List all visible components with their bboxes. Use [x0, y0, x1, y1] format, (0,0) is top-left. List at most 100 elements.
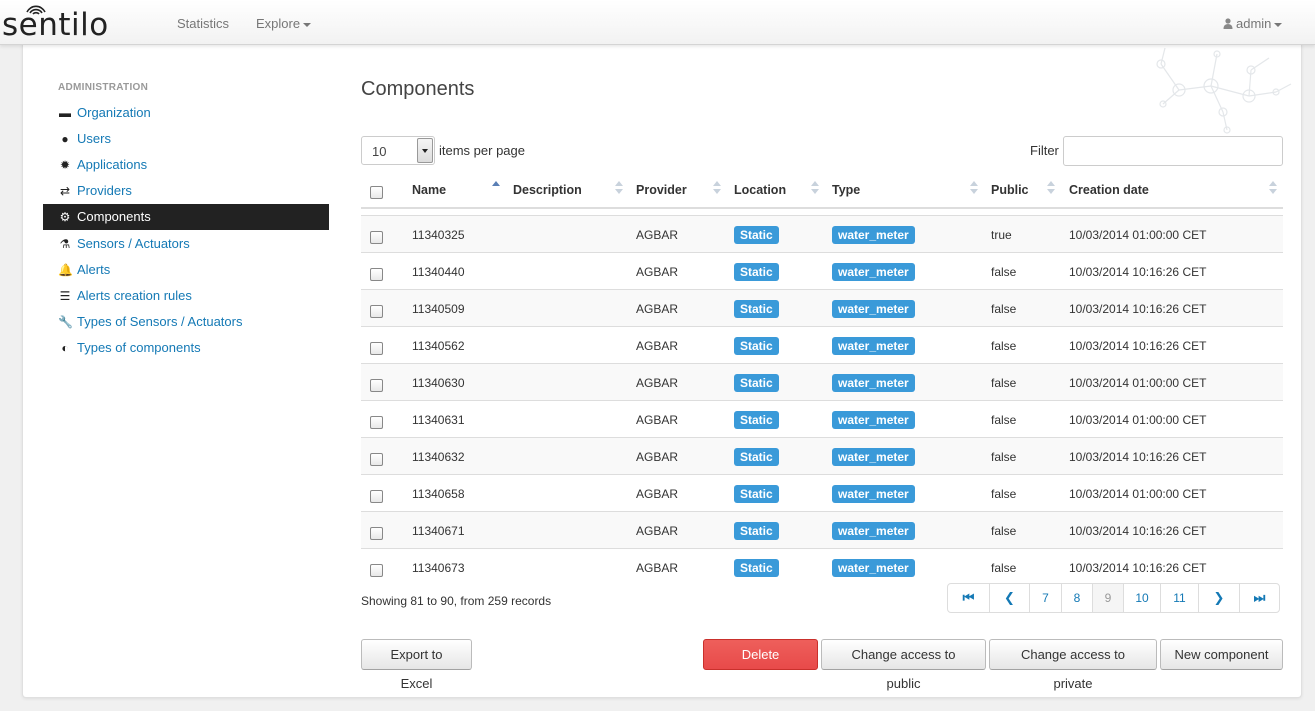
table-row[interactable]: 11340562 AGBAR false 10/03/2014 10:16:26 CE… — [361, 326, 1283, 363]
nav-statistics[interactable]: Statistics — [177, 16, 229, 31]
sidebar-item-label: Types of components — [77, 340, 201, 355]
next-page-icon[interactable]: ❯ — [1198, 584, 1239, 612]
cell-public: false — [991, 413, 1017, 427]
sidebar-item-types-of-components[interactable]: ◐ Types of components — [43, 335, 329, 361]
sort-icon[interactable] — [970, 181, 978, 195]
column-location[interactable]: Location — [734, 183, 786, 197]
user-menu[interactable]: admin — [1223, 16, 1283, 31]
location-label: Static — [734, 559, 779, 577]
column-public[interactable]: Public — [991, 183, 1029, 197]
sidebar-item-sensors-actuators[interactable]: ⚗ Sensors / Actuators — [43, 231, 329, 257]
sidebar-item-applications[interactable]: ✹ Applications — [43, 152, 329, 178]
sort-icon[interactable] — [713, 181, 721, 195]
sidebar-item-label: Components — [77, 209, 151, 224]
cell-name: 11340440 — [412, 265, 465, 279]
cell-name: 11340658 — [412, 487, 465, 501]
page-9-link: 9 — [1092, 584, 1123, 612]
row-checkbox[interactable] — [370, 231, 383, 244]
type-label: water_meter — [832, 411, 915, 429]
type-label: water_meter — [832, 485, 915, 503]
delete-selected-button[interactable]: Delete selected — [703, 639, 818, 691]
row-checkbox[interactable] — [370, 527, 383, 540]
prev-page-icon[interactable]: ❮ — [989, 584, 1029, 612]
new-component-button[interactable]: New component — [1160, 639, 1283, 670]
row-checkbox[interactable] — [370, 342, 383, 355]
change-access-private-button[interactable]: Change access to private — [989, 639, 1157, 691]
change-access-public-button[interactable]: Change access to public — [821, 639, 986, 691]
page-10-link[interactable]: 10 — [1123, 584, 1160, 612]
cell-public: false — [991, 450, 1017, 464]
export-excel-button[interactable]: Export to Excel — [361, 639, 472, 691]
cell-name: 11340631 — [412, 413, 465, 427]
list-icon: ☰ — [59, 289, 71, 303]
row-checkbox[interactable] — [370, 268, 383, 281]
location-label: Static — [734, 485, 779, 503]
sidebar-item-providers[interactable]: ⇄ Providers — [43, 178, 329, 204]
table-row[interactable]: 11340630 AGBAR false 10/03/2014 01:00:00 CE… — [361, 363, 1283, 400]
sentilo-logo[interactable]: sentilo — [2, 2, 142, 43]
column-provider[interactable]: Provider — [636, 183, 687, 197]
sort-icon[interactable] — [615, 181, 623, 195]
sidebar-item-label: Users — [77, 131, 111, 146]
column-creation-date[interactable]: Creation date — [1069, 183, 1149, 197]
type-label: water_meter — [832, 226, 915, 244]
row-checkbox[interactable] — [370, 305, 383, 318]
page-7-link[interactable]: 7 — [1029, 584, 1061, 612]
main-container: ADMINISTRATION ▬ Organization ● Users ✹ Appli… — [22, 44, 1302, 698]
sidebar-item-label: Alerts — [77, 262, 111, 277]
chevron-down-icon — [303, 22, 312, 27]
row-checkbox[interactable] — [370, 490, 383, 503]
cell-provider: AGBAR — [636, 228, 679, 242]
table-row[interactable]: 11340440 AGBAR false 10/03/2014 10:16:26 CE… — [361, 252, 1283, 289]
type-label: water_meter — [832, 337, 915, 355]
table-row[interactable]: 11340509 AGBAR false 10/03/2014 10:16:26 CE… — [361, 289, 1283, 326]
sort-icon[interactable] — [1047, 181, 1055, 195]
cell-creation-date: 10/03/2014 10:16:26 CET — [1069, 561, 1207, 575]
row-checkbox[interactable] — [370, 564, 383, 577]
table-row[interactable]: 11340632 AGBAR false 10/03/2014 10:16:26 CE… — [361, 437, 1283, 474]
sidebar-item-alerts[interactable]: 🔔 Alerts — [43, 257, 329, 283]
sidebar-item-label: Alerts creation rules — [77, 288, 192, 303]
table-row[interactable]: 11340658 AGBAR false 10/03/2014 01:00:00 CE… — [361, 474, 1283, 511]
page-11-link[interactable]: 11 — [1160, 584, 1198, 612]
column-description[interactable]: Description — [513, 183, 582, 197]
sort-icon[interactable] — [1269, 181, 1277, 195]
cell-creation-date: 10/03/2014 01:00:00 CET — [1069, 376, 1207, 390]
sort-asc-icon[interactable] — [492, 181, 500, 195]
sidebar-item-types-of-sensors-actuators[interactable]: 🔧 Types of Sensors / Actuators — [43, 309, 329, 335]
cell-name: 11340630 — [412, 376, 465, 390]
table-row[interactable]: 11340671 AGBAR false 10/03/2014 10:16:26 CE… — [361, 511, 1283, 548]
pagination: ⏮ ❮ 7 8 9 10 11 ❯ ⏭ — [947, 583, 1280, 613]
row-checkbox[interactable] — [370, 379, 383, 392]
row-checkbox[interactable] — [370, 453, 383, 466]
location-label: Static — [734, 263, 779, 281]
select-all-checkbox[interactable] — [370, 186, 383, 199]
nav-explore[interactable]: Explore — [256, 16, 312, 31]
row-checkbox[interactable] — [370, 416, 383, 429]
page-8-link[interactable]: 8 — [1061, 584, 1092, 612]
gears-icon: ⚙ — [59, 210, 71, 224]
column-name[interactable]: Name — [412, 183, 446, 197]
dropdown-arrow-icon[interactable] — [417, 138, 433, 163]
first-page-icon[interactable]: ⏮ — [948, 584, 989, 612]
flask-icon: ⚗ — [59, 237, 71, 251]
last-page-icon[interactable]: ⏭ — [1239, 584, 1279, 612]
cell-creation-date: 10/03/2014 01:00:00 CET — [1069, 487, 1207, 501]
items-per-page-select[interactable]: 10 — [361, 136, 435, 165]
cell-public: false — [991, 302, 1017, 316]
table-row[interactable]: 11340631 AGBAR false 10/03/2014 01:00:00 CE… — [361, 400, 1283, 437]
sort-icon[interactable] — [811, 181, 819, 195]
sidebar-item-users[interactable]: ● Users — [43, 126, 329, 152]
table-row[interactable]: 11340673 AGBAR false 10/03/2014 10:16:26 CE… — [361, 548, 1283, 585]
sidebar-item-alerts-creation-rules[interactable]: ☰ Alerts creation rules — [43, 283, 329, 309]
user-icon: ● — [61, 132, 69, 146]
column-type[interactable]: Type — [832, 183, 860, 197]
location-label: Static — [734, 448, 779, 466]
location-label: Static — [734, 522, 779, 540]
sidebar-item-components[interactable]: ⚙ Components — [43, 204, 329, 230]
table-row[interactable]: 11340325 AGBAR true 10/03/2014 01:00:00 CET… — [361, 215, 1283, 252]
cell-provider: AGBAR — [636, 376, 679, 390]
sidebar-item-organization[interactable]: ▬ Organization — [43, 100, 329, 126]
filter-input[interactable] — [1063, 136, 1283, 166]
sidebar-item-label: Providers — [77, 183, 132, 198]
